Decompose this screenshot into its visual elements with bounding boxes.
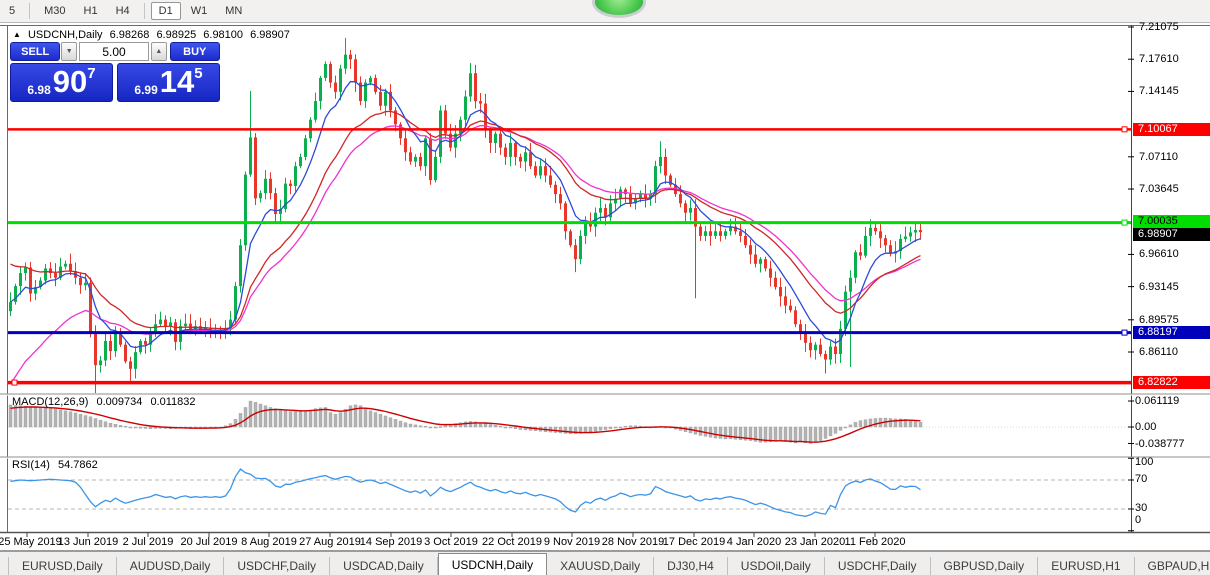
rsi-axis-0: 0 <box>1135 514 1209 526</box>
macd-signal-value: 0.011832 <box>150 396 195 408</box>
date-axis-label: 25 May 2019 <box>0 536 62 548</box>
volume-increase-button[interactable]: ▲ <box>151 42 167 61</box>
rsi-value: 54.7862 <box>58 459 98 471</box>
support-price-label: 6.88197 <box>1133 326 1210 339</box>
lower-support-price-label: 6.82822 <box>1133 376 1210 389</box>
sell-button[interactable]: SELL <box>10 42 60 61</box>
resistance-price-label: 7.10067 <box>1133 123 1210 136</box>
close-value: 6.98907 <box>250 29 290 41</box>
y-axis-tick: 7.03645 <box>1139 183 1209 195</box>
tab-eurusd-h1[interactable]: EURUSD,H1 <box>1038 557 1134 575</box>
volume-decrease-button[interactable]: ▼ <box>61 42 77 61</box>
date-axis-label: 2 Jul 2019 <box>123 536 174 548</box>
date-axis-label: 17 Dec 2019 <box>663 536 725 548</box>
mt4-application-window: 5 M30 H1 H4 D1 W1 MN ▲ USDCNH,Daily 6.98… <box>0 0 1210 575</box>
round-number-price-label: 7.00035 <box>1133 215 1210 228</box>
current-price-label: 6.98907 <box>1133 228 1210 241</box>
tab-gbpusd-daily[interactable]: GBPUSD,Daily <box>931 557 1039 575</box>
date-axis-label: 13 Jun 2019 <box>58 536 119 548</box>
buy-button[interactable]: BUY <box>170 42 220 61</box>
rsi-axis-30: 30 <box>1135 502 1209 514</box>
date-axis-label: 9 Nov 2019 <box>544 536 600 548</box>
rsi-name-label: RSI(14) <box>12 459 50 471</box>
date-axis-label: 28 Nov 2019 <box>602 536 664 548</box>
y-axis-tick: 6.86110 <box>1139 346 1209 358</box>
buy-price-pip: 5 <box>194 65 202 82</box>
sell-price-pip: 7 <box>87 65 95 82</box>
tab-usdchf-daily[interactable]: USDCHF,Daily <box>224 557 330 575</box>
y-axis-tick: 7.07110 <box>1139 151 1209 163</box>
date-axis-label: 8 Aug 2019 <box>241 536 297 548</box>
date-axis-label: 20 Jul 2019 <box>181 536 238 548</box>
tab-usdcad-daily[interactable]: USDCAD,Daily <box>330 557 438 575</box>
macd-axis-max: 0.061119 <box>1135 395 1209 407</box>
chart-ohlc-header: ▲ USDCNH,Daily 6.98268 6.98925 6.98100 6… <box>13 29 294 41</box>
tab-audusd-daily[interactable]: AUDUSD,Daily <box>117 557 225 575</box>
date-axis-label: 14 Sep 2019 <box>360 536 422 548</box>
date-axis-label: 23 Jan 2020 <box>785 536 846 548</box>
buy-price-prefix: 6.99 <box>134 83 157 97</box>
high-value: 6.98925 <box>156 29 196 41</box>
low-value: 6.98100 <box>203 29 243 41</box>
macd-value: 0.009734 <box>96 396 142 408</box>
tab-usdcnh-daily[interactable]: USDCNH,Daily <box>438 553 547 575</box>
symbol-period-label: USDCNH,Daily <box>28 29 103 41</box>
tab-xauusd-daily[interactable]: XAUUSD,Daily <box>547 557 654 575</box>
open-value: 6.98268 <box>110 29 150 41</box>
tab-usdchf-daily-2[interactable]: USDCHF,Daily <box>825 557 931 575</box>
sell-price-panel[interactable]: 6.98 90 7 <box>10 63 113 102</box>
date-axis-label: 11 Feb 2020 <box>845 536 906 548</box>
rsi-axis-100: 100 <box>1135 456 1209 468</box>
macd-indicator-header: MACD(12,26,9) 0.009734 0.011832 <box>12 396 201 408</box>
tab-dj30-h4[interactable]: DJ30,H4 <box>654 557 728 575</box>
buy-price-main: 14 <box>160 64 194 100</box>
y-axis-tick: 7.14145 <box>1139 85 1209 97</box>
y-axis-tick: 6.93145 <box>1139 281 1209 293</box>
one-click-trading-panel: SELL ▼ ▲ BUY 6.98 90 7 6.99 14 5 <box>10 42 220 102</box>
date-axis-label: 22 Oct 2019 <box>482 536 542 548</box>
date-axis-label: 3 Oct 2019 <box>424 536 478 548</box>
tab-usdoil-daily[interactable]: USDOil,Daily <box>728 557 825 575</box>
macd-axis-zero: 0.00 <box>1135 421 1209 433</box>
date-axis-label: 27 Aug 2019 <box>299 536 361 548</box>
macd-name-label: MACD(12,26,9) <box>12 396 88 408</box>
y-axis-tick: 6.89575 <box>1139 314 1209 326</box>
tab-gbpaud-h1[interactable]: GBPAUD,H1 <box>1135 557 1210 575</box>
sell-price-main: 90 <box>53 64 87 100</box>
rsi-axis-70: 70 <box>1135 473 1209 485</box>
y-axis-tick: 7.17610 <box>1139 53 1209 65</box>
macd-axis-min: -0.038777 <box>1135 438 1209 450</box>
chart-tab-bar: EURUSD,Daily AUDUSD,Daily USDCHF,Daily U… <box>0 551 1210 575</box>
buy-price-panel[interactable]: 6.99 14 5 <box>117 63 220 102</box>
tab-eurusd-daily[interactable]: EURUSD,Daily <box>8 557 117 575</box>
rsi-indicator-header: RSI(14) 54.7862 <box>12 459 103 471</box>
collapse-triangle-icon: ▲ <box>13 30 21 39</box>
y-axis-tick: 6.96610 <box>1139 248 1209 260</box>
date-axis-label: 4 Jan 2020 <box>727 536 781 548</box>
volume-input[interactable] <box>79 42 149 61</box>
y-axis-tick: 7.21075 <box>1139 21 1209 33</box>
sell-price-prefix: 6.98 <box>27 83 50 97</box>
